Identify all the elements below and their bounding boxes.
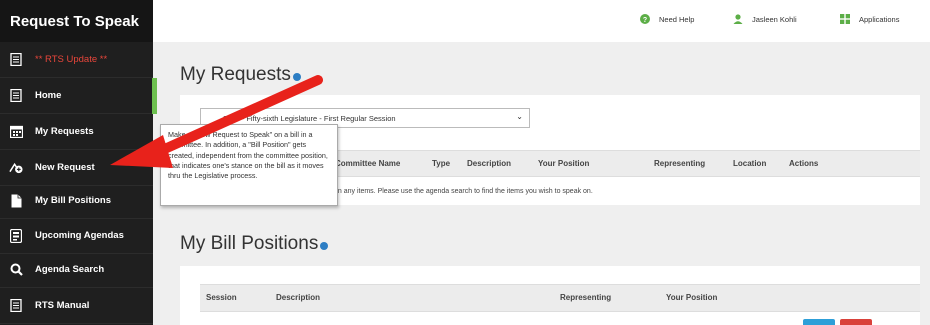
annotation-arrow — [110, 75, 323, 168]
